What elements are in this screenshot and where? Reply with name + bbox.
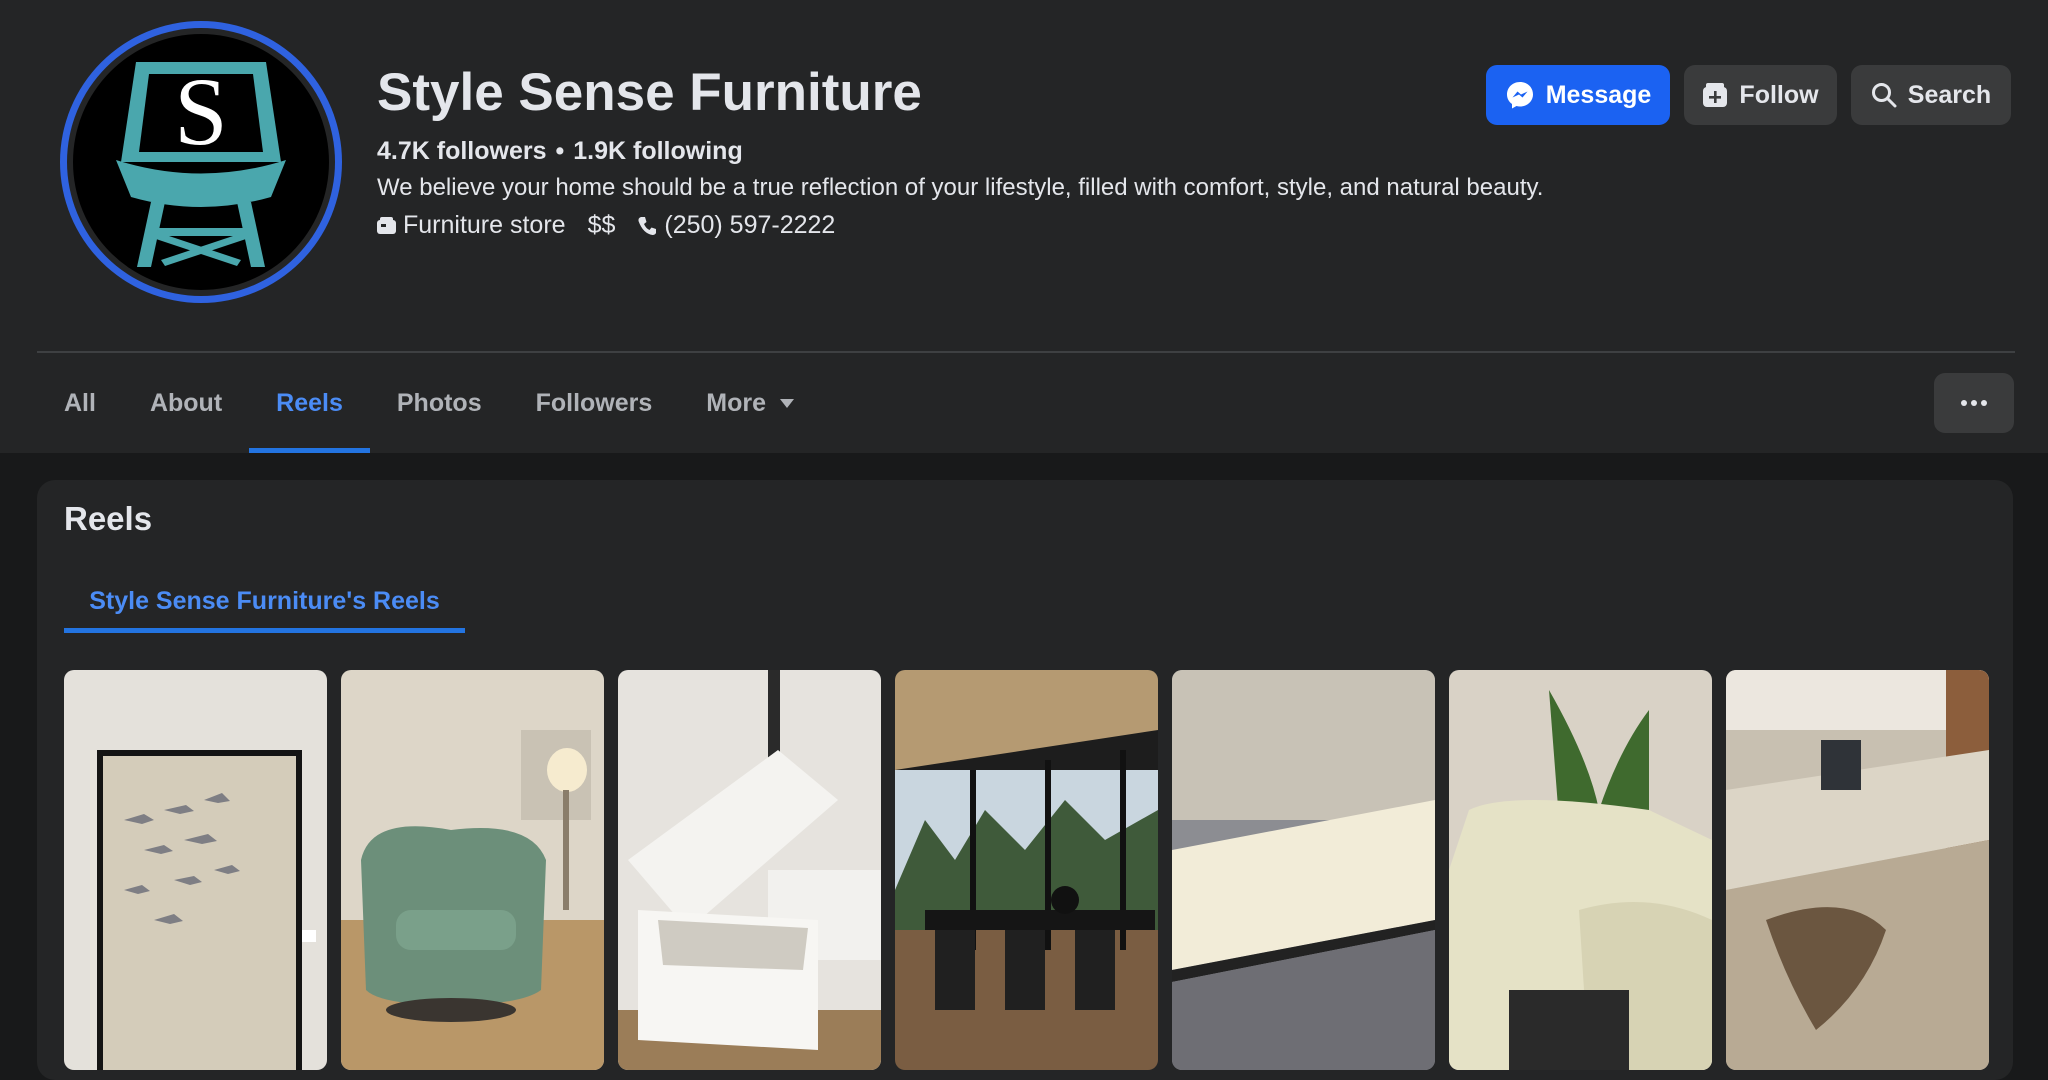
message-button[interactable]: Message	[1486, 65, 1670, 125]
separator: •	[555, 137, 565, 165]
reels-grid	[64, 670, 1989, 1070]
reel-image-recliner	[1449, 670, 1712, 1070]
message-label: Message	[1545, 80, 1652, 109]
caret-down-icon	[780, 398, 795, 408]
reel-image-armchair	[341, 670, 604, 1070]
tab-reels[interactable]: Reels	[249, 353, 370, 453]
reel-image-wall-art	[64, 670, 327, 1070]
tab-followers[interactable]: Followers	[509, 353, 680, 453]
reel-thumbnail[interactable]	[618, 670, 881, 1070]
reel-image-dining-room	[895, 670, 1158, 1070]
chair-logo-icon: S	[116, 58, 286, 267]
ellipsis-icon	[1961, 400, 1967, 406]
reel-thumbnail[interactable]	[1726, 670, 1989, 1070]
more-options-button[interactable]	[1934, 373, 2014, 433]
page-info: Furniture store $$ (250) 597-2222	[377, 211, 857, 240]
followers-link[interactable]: 4.7K followers	[377, 137, 547, 165]
reels-card: Reels Style Sense Furniture's Reels	[37, 480, 2013, 1080]
search-label: Search	[1907, 80, 1992, 109]
brand-logo: S	[73, 34, 329, 290]
profile-avatar[interactable]: S	[60, 21, 342, 303]
subtab-page-reels[interactable]: Style Sense Furniture's Reels	[64, 570, 465, 633]
reel-thumbnail[interactable]	[1172, 670, 1435, 1070]
follow-button[interactable]: Follow	[1684, 65, 1837, 125]
tab-more[interactable]: More	[679, 353, 821, 453]
tab-about[interactable]: About	[123, 353, 249, 453]
price-range: $$	[587, 211, 616, 239]
phone: (250) 597-2222	[637, 211, 835, 240]
search-button[interactable]: Search	[1851, 65, 2011, 125]
reel-image-mattress	[1172, 670, 1435, 1070]
phone-icon	[638, 216, 657, 235]
section-title: Reels	[64, 500, 153, 537]
follow-page-icon	[1703, 83, 1728, 107]
profile-tabs: All About Reels Photos Followers More	[37, 353, 821, 453]
reel-thumbnail[interactable]	[341, 670, 604, 1070]
reel-image-coffee-table	[1726, 670, 1989, 1070]
reel-thumbnail[interactable]	[895, 670, 1158, 1070]
store-icon	[377, 217, 396, 234]
profile-header: S Style Sense Furniture 4.7K followers • 1…	[0, 0, 2048, 453]
reel-thumbnail[interactable]	[1449, 670, 1712, 1070]
search-icon	[1871, 83, 1897, 108]
page-title: Style Sense Furniture	[377, 63, 922, 122]
following-link[interactable]: 1.9K following	[573, 137, 742, 165]
reel-thumbnail[interactable]	[64, 670, 327, 1070]
follow-stats: 4.7K followers • 1.9K following	[377, 137, 743, 166]
tab-all[interactable]: All	[37, 353, 123, 453]
phone-number[interactable]: (250) 597-2222	[664, 211, 835, 240]
logo-letter: S	[174, 58, 227, 165]
follow-label: Follow	[1739, 80, 1819, 109]
reel-image-storage-ottoman	[618, 670, 881, 1070]
category: Furniture store	[377, 211, 566, 240]
category-label[interactable]: Furniture store	[403, 211, 566, 240]
messenger-icon	[1506, 82, 1533, 109]
tab-photos[interactable]: Photos	[370, 353, 509, 453]
page-bio: We believe your home should be a true re…	[377, 174, 1544, 201]
